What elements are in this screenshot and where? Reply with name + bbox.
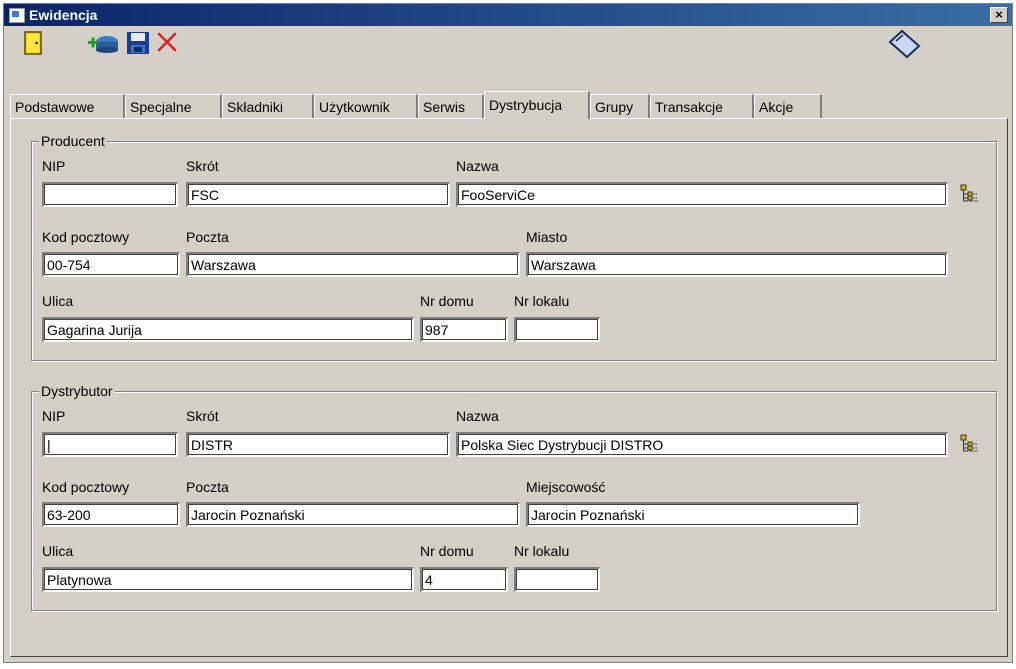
tab-label: Serwis <box>423 99 466 115</box>
door-exit-icon[interactable] <box>24 31 42 58</box>
nrdomu-field[interactable]: 987 <box>420 317 508 342</box>
nip-label: NIP <box>42 408 66 424</box>
tab-label: Dystrybucja <box>489 97 563 113</box>
kod-label: Kod pocztowy <box>42 229 130 245</box>
tab-label: Grupy <box>595 99 634 115</box>
tab-grupy[interactable]: Grupy <box>590 94 650 118</box>
tab-akcje[interactable]: Akcje <box>754 94 822 118</box>
window-title: Ewidencja <box>29 7 98 23</box>
producent-group: Producent NIP Skrót FSC Nazwa FooServiCe… <box>31 133 997 361</box>
close-button[interactable]: × <box>990 7 1008 23</box>
nip-field[interactable] <box>42 182 178 207</box>
skrot-label: Skrót <box>186 158 219 174</box>
nrlokalu-label: Nr lokalu <box>514 543 570 559</box>
floppy-save-icon[interactable] <box>126 31 150 58</box>
ulica-field[interactable]: Platynowa <box>42 567 414 592</box>
dystrybutor-legend: Dystrybutor <box>39 383 115 399</box>
tab-label: Użytkownik <box>319 99 390 115</box>
poczta-label: Poczta <box>186 229 229 245</box>
kod-field[interactable]: 63-200 <box>42 502 180 527</box>
tree-lookup-icon[interactable] <box>960 433 980 455</box>
nip-label: NIP <box>42 158 66 174</box>
tab-label: Transakcje <box>655 99 723 115</box>
tree-lookup-icon[interactable] <box>960 183 980 205</box>
nazwa-label: Nazwa <box>456 158 499 174</box>
tab-transakcje[interactable]: Transakcje <box>650 94 754 118</box>
nazwa-label: Nazwa <box>456 408 499 424</box>
skrot-field[interactable]: DISTR <box>186 432 450 457</box>
tab-podstawowe[interactable]: Podstawowe <box>10 94 125 118</box>
tab-skladniki[interactable]: Składniki <box>222 94 314 118</box>
tab-label: Podstawowe <box>15 99 95 115</box>
tab-label: Specjalne <box>130 99 192 115</box>
nazwa-field[interactable]: Polska Siec Dystrybucji DISTRO <box>456 432 948 457</box>
nrdomu-label: Nr domu <box>420 293 474 309</box>
nrlokalu-field[interactable] <box>514 317 600 342</box>
ulica-field[interactable]: Gagarina Jurija <box>42 317 414 342</box>
miejscowosc-label: Miejscowość <box>526 479 606 495</box>
miasto-field[interactable]: Warszawa <box>526 252 948 277</box>
tab-panel: Producent NIP Skrót FSC Nazwa FooServiCe… <box>10 118 1008 657</box>
nip-field[interactable]: | <box>42 432 178 457</box>
nrdomu-label: Nr domu <box>420 543 474 559</box>
red-x-delete-icon[interactable] <box>156 31 178 56</box>
nrlokalu-label: Nr lokalu <box>514 293 570 309</box>
ulica-label: Ulica <box>42 543 74 559</box>
producent-legend: Producent <box>39 133 107 149</box>
tab-serwis[interactable]: Serwis <box>418 94 484 118</box>
app-icon <box>9 8 25 23</box>
tab-specjalne[interactable]: Specjalne <box>125 94 222 118</box>
nazwa-field[interactable]: FooServiCe <box>456 182 948 207</box>
kod-label: Kod pocztowy <box>42 479 130 495</box>
poczta-field[interactable]: Warszawa <box>186 252 520 277</box>
nrlokalu-field[interactable] <box>514 567 600 592</box>
poczta-field[interactable]: Jarocin Poznański <box>186 502 520 527</box>
nrdomu-field[interactable]: 4 <box>420 567 508 592</box>
skrot-field[interactable]: FSC <box>186 182 450 207</box>
skrot-label: Skrót <box>186 408 219 424</box>
ulica-label: Ulica <box>42 293 74 309</box>
dystrybutor-group: Dystrybutor NIP | Skrót DISTR Nazwa Pols… <box>31 383 997 611</box>
tab-dystrybucja[interactable]: Dystrybucja <box>484 91 590 119</box>
poczta-label: Poczta <box>186 479 229 495</box>
title-bar: Ewidencja × <box>4 4 1012 26</box>
miejscowosc-field[interactable]: Jarocin Poznański <box>526 502 860 527</box>
tab-label: Akcje <box>759 99 794 115</box>
main-window: Ewidencja × Podstawowe Specjalne Składni… <box>3 3 1013 663</box>
tab-uzytkownik[interactable]: Użytkownik <box>314 94 418 118</box>
add-record-icon[interactable] <box>86 32 120 57</box>
miasto-label: Miasto <box>526 229 568 245</box>
kod-field[interactable]: 00-754 <box>42 252 180 277</box>
folder-clip-icon[interactable] <box>886 28 922 63</box>
tab-label: Składniki <box>227 99 284 115</box>
